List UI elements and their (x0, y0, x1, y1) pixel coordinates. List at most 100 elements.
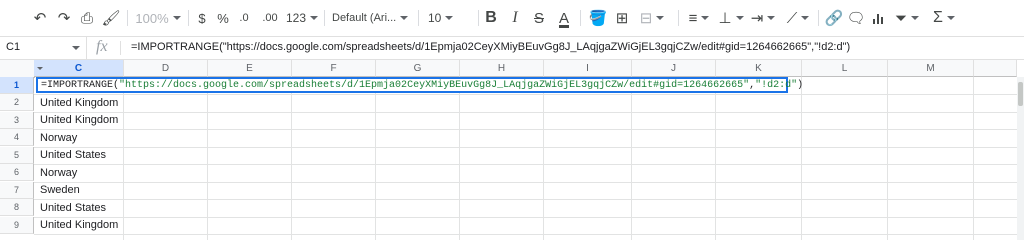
cell-c5[interactable]: United States (40, 147, 106, 164)
toolbar-divider (418, 10, 419, 26)
gridline (34, 129, 1024, 130)
formula-range-argument: "!d2:d" (755, 80, 798, 91)
column-header-f[interactable]: F (292, 60, 376, 77)
percent-format-button[interactable]: % (216, 6, 230, 30)
row-header-2[interactable]: 2 (0, 94, 34, 111)
column-header-d[interactable]: D (124, 60, 208, 77)
row-header-4[interactable]: 4 (0, 129, 34, 146)
borders-icon[interactable]: ⊞ (610, 6, 634, 30)
cell-c7[interactable]: Sweden (40, 182, 80, 199)
insert-comment-icon[interactable]: 🗨 (844, 6, 868, 30)
increase-decimal-button[interactable]: .00 (259, 6, 281, 30)
column-header-n[interactable] (974, 60, 1017, 77)
cell-c2[interactable]: United Kingdom (40, 95, 118, 112)
gridline (375, 77, 376, 240)
gridline (459, 77, 460, 240)
gridline (34, 234, 1024, 235)
gridline (34, 164, 1024, 165)
gridline (207, 77, 208, 240)
row-header-8[interactable]: 8 (0, 199, 34, 216)
column-header-g[interactable]: G (376, 60, 460, 77)
gridline (34, 182, 1024, 183)
column-header-c[interactable]: C (34, 60, 124, 77)
column-header-e[interactable]: E (208, 60, 292, 77)
cell-c9[interactable]: United Kingdom (40, 217, 118, 234)
strikethrough-button[interactable]: S (532, 6, 546, 30)
redo-icon[interactable]: ↷ (52, 6, 76, 30)
zoom-select[interactable]: 100% (135, 6, 181, 30)
functions-button[interactable]: Σ (928, 6, 960, 30)
gridline (291, 77, 292, 240)
decrease-decimal-button[interactable]: .0 (235, 6, 253, 30)
row-header-6[interactable]: 6 (0, 164, 34, 181)
toolbar: ↶ ↷ ⎙ 🖌 100% $ % .0 .00 123 Default (Ari… (0, 0, 1024, 37)
name-box-value: C1 (6, 41, 21, 53)
text-rotation-icon[interactable]: ⟋ (782, 6, 814, 30)
font-family-select[interactable]: Default (Ari... (332, 6, 410, 30)
column-header-l[interactable]: L (802, 60, 888, 77)
fx-icon: fx (96, 38, 108, 55)
filter-icon[interactable]: ⏷ (892, 6, 922, 30)
row-header-3[interactable]: 3 (0, 112, 34, 129)
undo-icon[interactable]: ↶ (28, 6, 52, 30)
row-header-9[interactable]: 9 (0, 217, 34, 234)
chevron-down-icon[interactable] (72, 46, 80, 50)
column-header-i[interactable]: I (544, 60, 632, 77)
gridline (631, 77, 632, 240)
select-all-corner[interactable] (0, 60, 35, 78)
column-header-j[interactable]: J (632, 60, 716, 77)
column-header-k[interactable]: K (716, 60, 802, 77)
row-header-7[interactable]: 7 (0, 182, 34, 199)
row-header-5[interactable]: 5 (0, 147, 34, 164)
bold-button[interactable]: B (484, 6, 498, 30)
formula-close-paren: ) (797, 80, 804, 91)
gridline (34, 94, 1024, 95)
cell-c3[interactable]: United Kingdom (40, 112, 118, 129)
formula-url-argument: "https://docs.google.com/spreadsheets/d/… (119, 80, 750, 91)
horizontal-align-icon[interactable]: ≡ (684, 6, 714, 30)
column-header-m[interactable]: M (888, 60, 974, 77)
cell-c6[interactable]: Norway (40, 165, 77, 182)
column-header-h[interactable]: H (460, 60, 544, 77)
gridline (973, 77, 974, 240)
insert-link-icon[interactable]: 🔗 (822, 6, 846, 30)
italic-button[interactable]: I (508, 6, 522, 30)
font-size-select[interactable]: 10 (428, 6, 468, 30)
gridline (887, 77, 888, 240)
column-menu-icon[interactable] (37, 67, 43, 70)
gridline (34, 217, 1024, 218)
toolbar-divider (580, 10, 581, 26)
formula-input[interactable]: =IMPORTRANGE("https://docs.google.com/sp… (131, 41, 850, 53)
toolbar-divider (127, 10, 128, 26)
gridline (123, 77, 124, 240)
vertical-align-icon[interactable]: ⊥ (716, 6, 746, 30)
gridline (34, 199, 1024, 200)
number-format-select[interactable]: 123 (286, 6, 318, 30)
column-header-label: C (74, 63, 83, 74)
gridline (801, 77, 802, 240)
cell-c4[interactable]: Norway (40, 130, 77, 147)
gridline (34, 112, 1024, 113)
cell-grid[interactable]: United Kingdom United Kingdom Norway Uni… (34, 77, 1024, 240)
name-box[interactable]: C1 (0, 37, 87, 59)
cell-editor-c1[interactable]: =IMPORTRANGE("https://docs.google.com/sp… (36, 77, 803, 93)
text-wrapping-icon[interactable]: ⇥ (748, 6, 778, 30)
merge-cells-icon[interactable]: ⊟ (636, 6, 668, 30)
gridline (715, 77, 716, 240)
cell-editor-text[interactable]: =IMPORTRANGE("https://docs.google.com/sp… (41, 79, 803, 92)
text-color-button[interactable]: A (556, 6, 572, 30)
currency-format-button[interactable]: $ (195, 6, 209, 30)
print-icon[interactable]: ⎙ (75, 6, 99, 30)
scrollbar-thumb[interactable] (1018, 82, 1023, 106)
toolbar-divider (188, 10, 189, 26)
toolbar-divider (324, 10, 325, 26)
toolbar-divider (678, 10, 679, 26)
paint-format-icon[interactable]: 🖌 (99, 6, 123, 30)
row-header-1[interactable]: 1 (0, 77, 34, 94)
formula-bar: C1 fx =IMPORTRANGE("https://docs.google.… (0, 37, 1024, 60)
gridline (543, 77, 544, 240)
insert-chart-icon[interactable] (867, 6, 891, 30)
cell-c8[interactable]: United States (40, 200, 106, 217)
fill-color-icon[interactable]: 🪣 (586, 6, 610, 30)
formula-divider (120, 41, 121, 55)
